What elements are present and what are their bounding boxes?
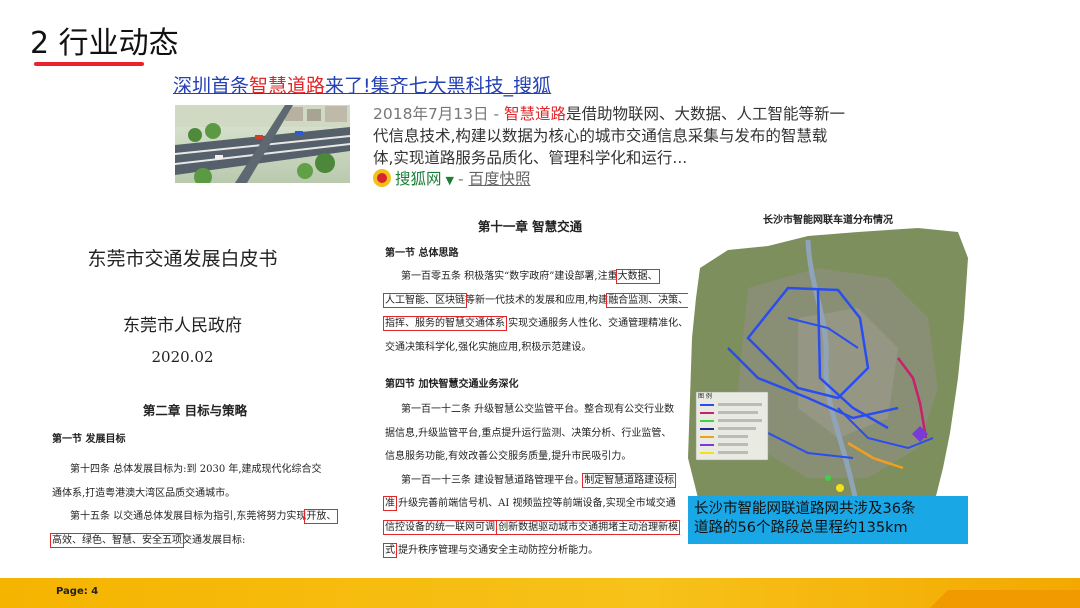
paragraph-line: 第一百一十二条 升级智慧公交监管平台。整合现有公交行业数 xyxy=(401,404,675,415)
map-caption: 长沙市智能网联道路网共涉及36条 道路的56个路段总里程约135km xyxy=(688,496,968,544)
white-paper-publisher: 东莞市人民政府 xyxy=(123,316,242,336)
search-result-thumbnail[interactable] xyxy=(175,105,350,183)
search-result-source: 搜狐网 ▼ - 百度快照 xyxy=(373,168,531,192)
title-underline xyxy=(34,62,144,66)
highlight-box: 开放、 xyxy=(304,509,339,524)
paragraph-line: 通体系,打造粤港澳大湾区品质交通城市。 xyxy=(52,487,236,499)
highlight-box: 融合监测、决策、 xyxy=(606,292,691,308)
source-dash: - xyxy=(457,170,464,188)
white-paper-date: 2020.02 xyxy=(151,348,214,366)
article-14: 第十四条 总体发展目标为:到 2030 年,建成现代化综合交 通体系,打造粤港澳… xyxy=(50,458,339,552)
article-112-113: 第一百一十二条 升级智慧公交监管平台。整合现有公交行业数 据信息,升级监管平台,… xyxy=(383,398,681,563)
caption-line: 道路的56个路段总里程约135km xyxy=(694,520,908,536)
highlight-box: 准 xyxy=(383,496,397,511)
paragraph-line: 第一百零五条 积极落实“数字政府”建设部署,注重 xyxy=(401,271,618,282)
paragraph-line: 据信息,升级监管平台,重点提升运行监测、决策分析、行业监管、 xyxy=(385,427,672,439)
paragraph-line: 第一百一十三条 建设智慧道路管理平台。 xyxy=(401,474,585,486)
highlight-box: 创新数据驱动城市交通拥堵主动治理新模 xyxy=(496,519,681,535)
paragraph-line: ,实现交通服务人性化、交通管理精准化、 xyxy=(505,318,689,329)
highlight-box: 高效、绿色、智慧、安全五项 xyxy=(50,532,184,548)
snippet-highlight: 智慧道路 xyxy=(503,105,566,123)
sohu-logo-icon xyxy=(373,169,391,187)
paragraph-line: 第十四条 总体发展目标为:到 2030 年,建成现代化综合交 xyxy=(70,464,322,475)
title-highlight: 智慧道路 xyxy=(249,75,326,97)
white-paper-title: 东莞市交通发展白皮书 xyxy=(87,248,278,270)
paragraph-line: ,提升秩序管理与交通安全主动防控分析能力。 xyxy=(395,545,599,556)
source-name[interactable]: 搜狐网 xyxy=(395,170,442,188)
paragraph-line: 等新一代技术的发展和应用,构建 xyxy=(465,294,609,306)
paragraph-line: 信息服务功能,有效改善公交服务质量,提升市民吸引力。 xyxy=(385,451,632,462)
paragraph-line: 交通决策科学化,强化实施应用,积极示范建设。 xyxy=(385,341,592,353)
section-heading: 第一节 总体思路 xyxy=(385,248,459,259)
title-part: 深圳首条 xyxy=(173,75,250,97)
article-105: 第一百零五条 积极落实“数字政府”建设部署,注重大数据、 人工智能、区块链等新一… xyxy=(383,265,691,359)
snippet-line: 代信息技术,构建以数据为核心的城市交通信息采集与发布的智慧载 xyxy=(373,127,828,145)
search-result-title[interactable]: 深圳首条智慧道路来了!集齐七大黑科技_搜狐 xyxy=(173,74,551,98)
page-number: Page: 4 xyxy=(56,586,99,597)
footer-accent xyxy=(930,590,1080,608)
road-aerial-image xyxy=(175,105,350,183)
cache-link[interactable]: 百度快照 xyxy=(469,170,531,188)
section-heading: 第四节 加快智慧交通业务深化 xyxy=(385,379,519,390)
slide-title: 2 行业动态 xyxy=(30,26,179,61)
caption-line: 长沙市智能网联道路网共涉及36条 xyxy=(694,501,916,517)
paragraph-line: ,升级完善前端信号机、AI 视频监控等前端设备,实现全市域交通 xyxy=(395,498,676,509)
highlight-box: 式 xyxy=(383,543,397,558)
chapter-heading: 第二章 目标与策略 xyxy=(142,403,248,418)
section-heading: 第一节 发展目标 xyxy=(52,434,126,445)
highlight-box: 信控设备的统一联网可调 xyxy=(383,519,497,535)
map-title: 长沙市智能网联车道分布情况 xyxy=(763,215,893,226)
snippet-line: 体,实现道路服务品质化、管理科学化和运行... xyxy=(373,149,688,167)
paragraph-line: 第十五条 以交通总体发展目标为指引,东莞将努力实现 xyxy=(70,511,307,522)
caret-down-icon[interactable]: ▼ xyxy=(446,174,454,187)
snippet-date: 2018年7月13日 - xyxy=(373,105,504,123)
title-part: 来了!集齐七大黑科技_搜狐 xyxy=(325,75,552,97)
snippet-line: 是借助物联网、大数据、人工智能等新一 xyxy=(566,105,846,123)
paragraph-line: 交通发展目标: xyxy=(182,534,246,546)
highlight-box: 指挥、服务的智慧交通体系 xyxy=(383,316,507,331)
footer-bar xyxy=(0,578,1080,608)
search-result-snippet: 2018年7月13日 - 智慧道路是借助物联网、大数据、人工智能等新一 代信息技… xyxy=(373,103,963,169)
chapter-heading: 第十一章 智慧交通 xyxy=(477,219,583,234)
highlight-box: 制定智慧道路建设标 xyxy=(582,472,677,488)
highlight-box: 人工智能、区块链 xyxy=(383,292,467,308)
map-legend-title: 图 例 xyxy=(698,393,712,400)
map-legend xyxy=(695,391,769,461)
highlight-box: 大数据、 xyxy=(615,269,660,284)
